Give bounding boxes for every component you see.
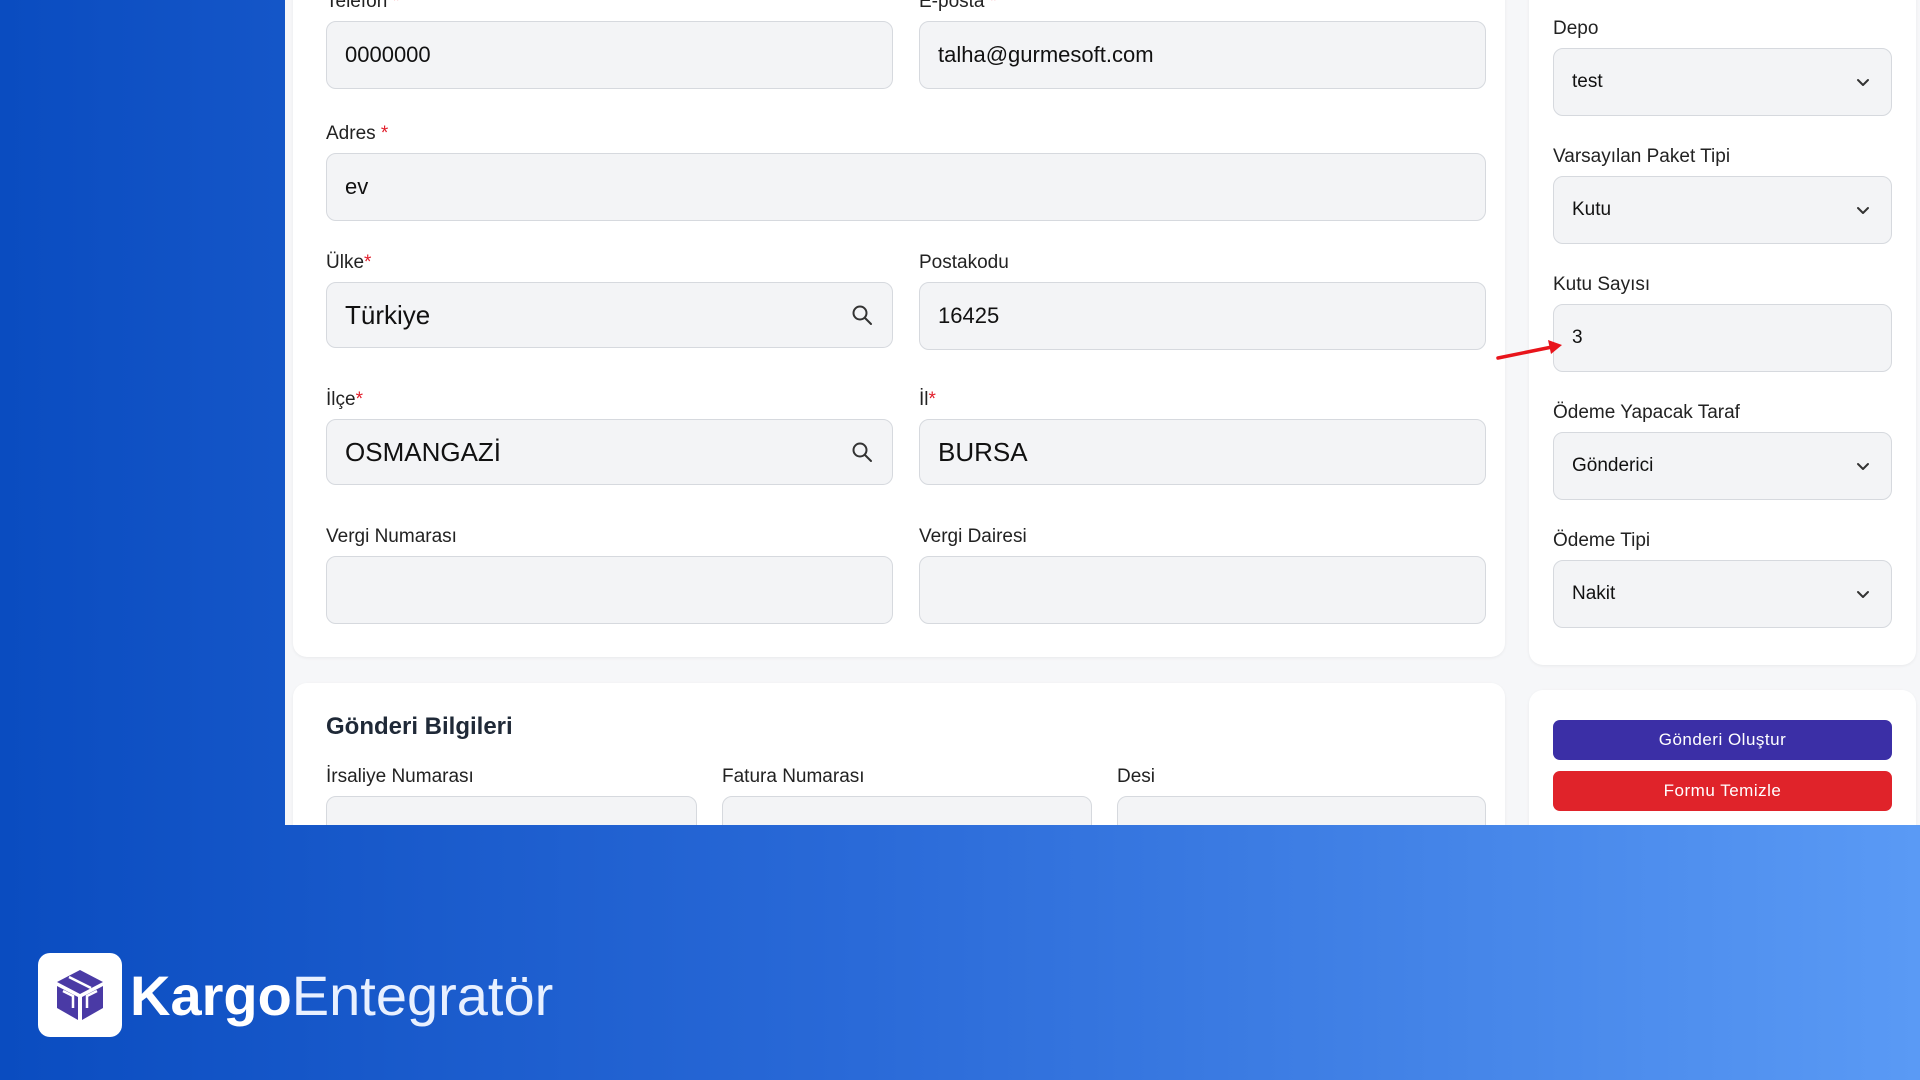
brand-logo: KargoEntegratör [38,953,553,1037]
shipment-section-title: Gönderi Bilgileri [326,713,513,740]
box-count-field: Kutu Sayısı 3 [1553,274,1892,372]
box-icon [38,953,122,1037]
search-icon[interactable] [850,440,874,464]
postcode-input[interactable]: 16425 [919,282,1486,350]
payer-field: Ödeme Yapacak Taraf Gönderici [1553,402,1892,500]
phone-label: Telefon * [326,0,400,12]
waybill-field: İrsaliye Numarası [326,766,697,825]
payer-value: Gönderici [1572,455,1654,476]
city-label: İl* [919,389,936,410]
address-field: Adres * ev [326,123,1486,221]
district-field: İlçe* OSMANGAZİ [326,389,893,485]
desi-field: Desi [1117,766,1486,825]
shipment-settings-card: Depo test Varsayılan Paket Tipi Kutu Kut… [1529,0,1916,665]
tax-office-input[interactable] [919,556,1486,624]
country-label: Ülke* [326,252,372,273]
payment-type-field: Ödeme Tipi Nakit [1553,530,1892,628]
invoice-field: Fatura Numarası [722,766,1092,825]
district-value: OSMANGAZİ [345,436,502,467]
email-field: E-posta * talha@gurmesoft.com [919,0,1486,89]
brand-name-bold: Kargo [130,963,292,1027]
payer-select[interactable]: Gönderici [1553,432,1892,500]
invoice-input[interactable] [722,796,1092,825]
payment-type-label: Ödeme Tipi [1553,530,1651,551]
annotation-arrow-icon [1496,340,1562,360]
email-label: E-posta * [919,0,998,12]
warehouse-value: test [1572,71,1603,92]
brand-name: KargoEntegratör [130,963,553,1028]
box-count-label: Kutu Sayısı [1553,274,1651,295]
payment-type-value: Nakit [1572,583,1616,604]
search-icon[interactable] [850,303,874,327]
create-shipment-button[interactable]: Gönderi Oluştur [1553,720,1892,760]
shipment-card: Gönderi Bilgileri İrsaliye Numarası Fatu… [293,683,1505,825]
tax-number-input[interactable] [326,556,893,624]
clear-form-button[interactable]: Formu Temizle [1553,771,1892,811]
invoice-label: Fatura Numarası [722,766,865,787]
country-input[interactable]: Türkiye [326,282,893,348]
postcode-field: Postakodu 16425 [919,252,1486,350]
package-type-value: Kutu [1572,199,1612,220]
warehouse-label: Depo [1553,18,1599,39]
tax-office-field: Vergi Dairesi [919,526,1486,624]
address-label: Adres * [326,123,389,144]
chevron-down-icon [1857,463,1869,470]
package-type-select[interactable]: Kutu [1553,176,1892,244]
country-field: Ülke* Türkiye [326,252,893,348]
tax-office-label: Vergi Dairesi [919,526,1027,547]
postcode-label: Postakodu [919,252,1009,273]
desi-label: Desi [1117,766,1156,787]
tax-number-label: Vergi Numarası [326,526,457,547]
city-input[interactable]: BURSA [919,419,1486,485]
package-type-field: Varsayılan Paket Tipi Kutu [1553,146,1892,244]
district-input[interactable]: OSMANGAZİ [326,419,893,485]
waybill-label: İrsaliye Numarası [326,766,474,787]
package-type-label: Varsayılan Paket Tipi [1553,146,1731,167]
address-input[interactable]: ev [326,153,1486,221]
customer-form-card: Telefon * 0000000 E-posta * talha@gurmes… [293,0,1505,657]
box-count-input[interactable]: 3 [1553,304,1892,372]
tax-number-field: Vergi Numarası [326,526,893,624]
email-input[interactable]: talha@gurmesoft.com [919,21,1486,89]
brand-name-light: Entegratör [291,963,554,1027]
warehouse-field: Depo test [1553,18,1892,116]
phone-input[interactable]: 0000000 [326,21,893,89]
phone-field: Telefon * 0000000 [326,0,893,89]
payment-type-select[interactable]: Nakit [1553,560,1892,628]
warehouse-select[interactable]: test [1553,48,1892,116]
chevron-down-icon [1857,591,1869,598]
waybill-input[interactable] [326,796,697,825]
district-label: İlçe* [326,389,363,410]
actions-card: Gönderi Oluştur Formu Temizle [1529,690,1916,825]
app-screen: Telefon * 0000000 E-posta * talha@gurmes… [285,0,1920,825]
chevron-down-icon [1857,79,1869,86]
chevron-down-icon [1857,207,1869,214]
country-value: Türkiye [345,299,431,330]
desi-input[interactable] [1117,796,1486,825]
payer-label: Ödeme Yapacak Taraf [1553,402,1740,423]
city-field: İl* BURSA [919,389,1486,485]
